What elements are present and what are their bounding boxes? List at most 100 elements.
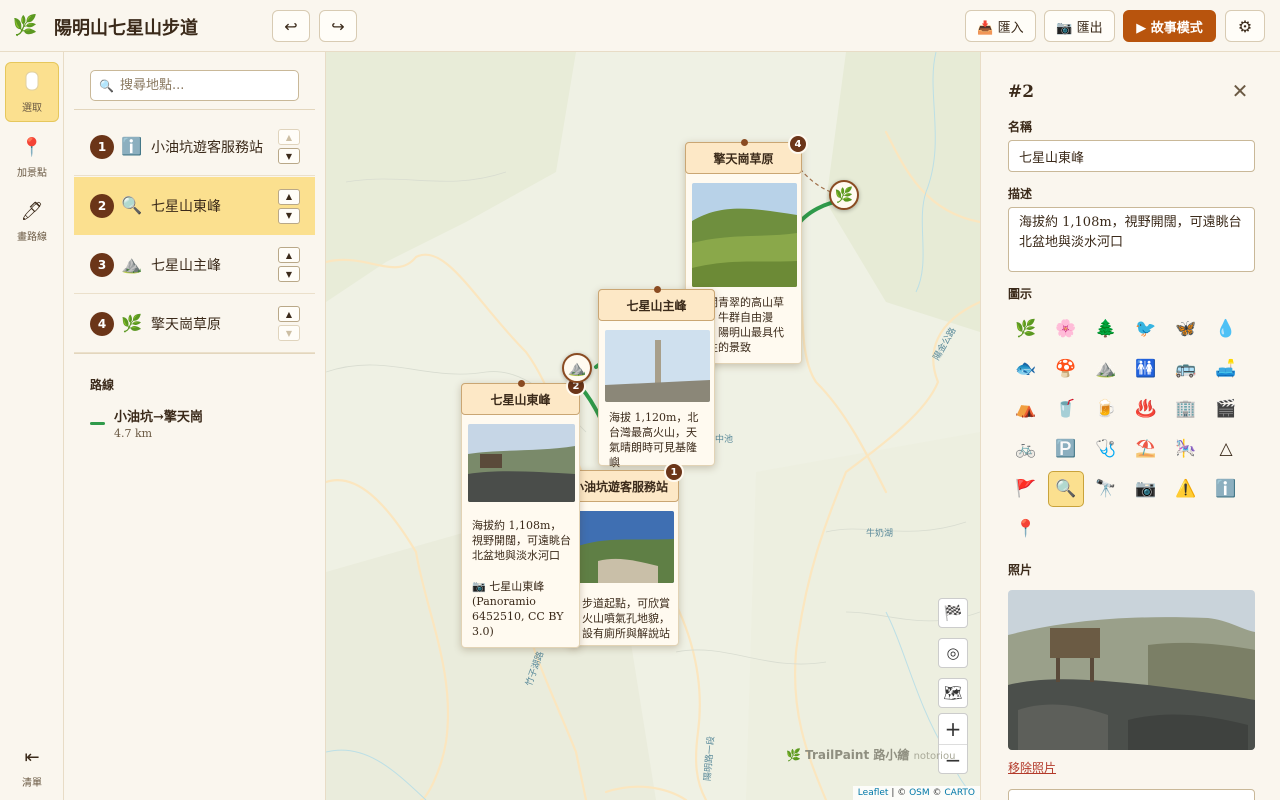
drink-icon[interactable]: 🥤 bbox=[1048, 391, 1084, 427]
description-field[interactable]: 海拔約 1,108m，視野開闊，可遠眺台北盆地與淡水河口 bbox=[1008, 207, 1255, 272]
place-item-2[interactable]: 2 🔍 七星山東峰 ▲ ▼ bbox=[74, 177, 315, 235]
collapse-list-button[interactable]: ⇤ 清單 bbox=[5, 738, 59, 798]
bus-icon[interactable]: 🚌 bbox=[1168, 351, 1204, 387]
map-card-2[interactable]: 七星山東峰 海拔約 1,108m，視野開闊，可遠眺台北盆地與淡水河口 📷 七星山… bbox=[461, 380, 580, 648]
restroom-icon[interactable]: 🚻 bbox=[1128, 351, 1164, 387]
warning-icon[interactable]: ⚠️ bbox=[1168, 471, 1204, 507]
place-number: 3 bbox=[90, 252, 114, 277]
place-item-3[interactable]: 3 ⛰️ 七星山主峰 ▲ ▼ bbox=[74, 236, 315, 294]
move-up-button[interactable]: ▲ bbox=[278, 129, 300, 145]
clapper-icon[interactable]: 🎬 bbox=[1208, 391, 1244, 427]
watermark-extra: notoriou bbox=[913, 751, 956, 762]
beer-icon[interactable]: 🍺 bbox=[1088, 391, 1124, 427]
card-photo-credit: 📷 七星山東峰 (Panoramio 6452510, CC BY 3.0) bbox=[472, 580, 564, 638]
info-icon: ℹ️ bbox=[121, 136, 143, 157]
mountain-icon: ⛰️ bbox=[567, 359, 587, 377]
card-photo bbox=[692, 183, 797, 287]
settings-button[interactable]: ⚙ bbox=[1225, 10, 1265, 42]
locate-button[interactable]: ◎ bbox=[938, 638, 968, 668]
tool-rail: 選取 📍 加景點 🖊 畫路線 ⇤ 清單 bbox=[0, 52, 64, 800]
tent-icon[interactable]: ⛺ bbox=[1008, 391, 1044, 427]
zoom-in-button[interactable]: + bbox=[939, 714, 967, 744]
info-icon[interactable]: ℹ️ bbox=[1208, 471, 1244, 507]
flower-icon[interactable]: 🌸 bbox=[1048, 311, 1084, 347]
card-description: 步道起點，可欣賞火山噴氣孔地貌，設有廁所與解說站 bbox=[582, 597, 670, 640]
close-icon[interactable]: ✕ bbox=[1229, 80, 1251, 102]
move-down-button[interactable]: ▼ bbox=[278, 266, 300, 282]
card-number-badge: 1 bbox=[664, 462, 684, 482]
remove-photo-link[interactable]: 移除照片 bbox=[1008, 759, 1056, 776]
undo-button[interactable]: ↩ bbox=[272, 10, 310, 42]
place-number: 2 bbox=[90, 194, 114, 218]
map-marker-leaf[interactable]: 🌿 bbox=[829, 180, 859, 210]
place-item-1[interactable]: 1 ℹ️ 小油坑遊客服務站 ▲ ▼ bbox=[74, 118, 315, 176]
tool-add-place[interactable]: 📍 加景點 bbox=[5, 128, 59, 188]
carto-link[interactable]: CARTO bbox=[944, 788, 975, 798]
map-card-1[interactable]: 小油坑遊客服務站 步道起點，可欣賞火山噴氣孔地貌，設有廁所與解說站 bbox=[569, 470, 679, 646]
magnifier-icon[interactable]: 🔍 bbox=[1048, 471, 1084, 507]
butterfly-icon[interactable]: 🦋 bbox=[1168, 311, 1204, 347]
search-input[interactable] bbox=[119, 78, 290, 93]
pin-icon[interactable]: 📍 bbox=[1008, 511, 1044, 547]
move-down-button[interactable]: ▼ bbox=[278, 207, 300, 224]
move-down-button[interactable]: ▼ bbox=[278, 148, 300, 164]
finish-route-button[interactable]: 🏁 bbox=[938, 598, 968, 628]
next-field[interactable] bbox=[1008, 789, 1255, 800]
target-icon: ◎ bbox=[946, 644, 960, 662]
tree-icon[interactable]: 🌲 bbox=[1088, 311, 1124, 347]
card-title: 七星山主峰 bbox=[598, 289, 715, 321]
stethoscope-icon[interactable]: 🩺 bbox=[1088, 431, 1124, 467]
map-marker-mountain[interactable]: ⛰️ bbox=[562, 353, 592, 383]
droplet-icon[interactable]: 💧 bbox=[1208, 311, 1244, 347]
gear-icon: ⚙ bbox=[1237, 16, 1253, 36]
layers-button[interactable]: 🗺 bbox=[938, 678, 968, 708]
tool-draw-route[interactable]: 🖊 畫路線 bbox=[5, 192, 59, 252]
telescope-icon[interactable]: 🔭 bbox=[1088, 471, 1124, 507]
photo-image bbox=[1008, 590, 1255, 750]
sofa-icon[interactable]: 🛋️ bbox=[1208, 351, 1244, 387]
leaflet-link[interactable]: Leaflet bbox=[858, 788, 889, 798]
place-number: 4 bbox=[90, 311, 114, 336]
fish-icon[interactable]: 🐟 bbox=[1008, 351, 1044, 387]
description-label: 描述 bbox=[1008, 187, 1033, 201]
parking-icon[interactable]: 🅿️ bbox=[1048, 431, 1084, 467]
photo-preview bbox=[1008, 590, 1255, 750]
move-down-button[interactable]: ▼ bbox=[278, 325, 300, 341]
flag-icon[interactable]: 🚩 bbox=[1008, 471, 1044, 507]
leaf-icon[interactable]: 🌿 bbox=[1008, 311, 1044, 347]
move-up-button[interactable]: ▲ bbox=[278, 188, 300, 205]
move-up-button[interactable]: ▲ bbox=[278, 247, 300, 263]
route-name: 小油坑→擎天崗 bbox=[114, 410, 203, 425]
hot-spring-icon[interactable]: ♨️ bbox=[1128, 391, 1164, 427]
card-title: 擎天崗草原 bbox=[685, 142, 802, 174]
beach-icon[interactable]: ⛱️ bbox=[1128, 431, 1164, 467]
card-photo bbox=[468, 424, 575, 502]
watermark: 🌿 TrailPaint 路小繪 notoriou bbox=[786, 746, 955, 763]
map-card-3[interactable]: 七星山主峰 海拔 1,120m，北台灣最高火山，天氣晴朗時可見基隆嶼 bbox=[598, 286, 715, 469]
place-item-4[interactable]: 4 🌿 擎天崗草原 ▲ ▼ bbox=[74, 295, 315, 353]
redo-button[interactable]: ↪ bbox=[319, 10, 357, 42]
camera-icon[interactable]: 📷 bbox=[1128, 471, 1164, 507]
card-anchor bbox=[517, 380, 525, 387]
osm-link[interactable]: OSM bbox=[909, 788, 930, 798]
place-inspector: #2 ✕ 名稱 描述 海拔約 1,108m，視野開闊，可遠眺台北盆地與淡水河口 … bbox=[980, 52, 1280, 800]
map-attribution: Leaflet | © OSM © CARTO bbox=[852, 786, 980, 800]
name-field[interactable] bbox=[1008, 140, 1255, 172]
import-button[interactable]: 📥 匯入 bbox=[965, 10, 1036, 42]
tool-select[interactable]: 選取 bbox=[5, 62, 59, 122]
export-button[interactable]: 📷 匯出 bbox=[1044, 10, 1115, 42]
bicycle-icon[interactable]: 🚲 bbox=[1008, 431, 1044, 467]
triangle-icon[interactable]: △ bbox=[1208, 431, 1244, 467]
map-layers-icon: 🗺 bbox=[943, 684, 963, 702]
attribution-sep: © bbox=[929, 788, 945, 798]
search-box[interactable]: 🔍 bbox=[90, 70, 299, 101]
bird-icon[interactable]: 🐦 bbox=[1128, 311, 1164, 347]
map-canvas[interactable]: 中池 牛奶湖 竹子湖路 陽明路一段 陽金公路 擎天崗草原 廣闊青翠的高山草原，牛… bbox=[326, 52, 980, 800]
story-mode-button[interactable]: ▶ 故事模式 bbox=[1123, 10, 1216, 42]
place-name: 擎天崗草原 bbox=[151, 316, 221, 333]
mountain-icon[interactable]: ⛰️ bbox=[1088, 351, 1124, 387]
mushroom-icon[interactable]: 🍄 bbox=[1048, 351, 1084, 387]
building-icon[interactable]: 🏢 bbox=[1168, 391, 1204, 427]
move-up-button[interactable]: ▲ bbox=[278, 306, 300, 322]
carousel-icon[interactable]: 🎠 bbox=[1168, 431, 1204, 467]
